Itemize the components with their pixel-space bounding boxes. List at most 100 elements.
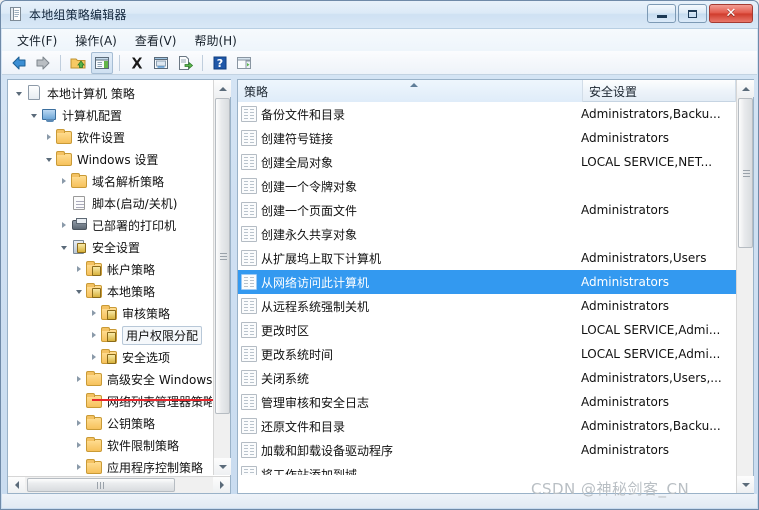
help-question-icon[interactable]: ? [209, 52, 231, 74]
tree-node[interactable]: 高级安全 Windows [8, 368, 212, 390]
properties-icon[interactable] [150, 52, 172, 74]
scroll-left-button[interactable] [8, 477, 25, 493]
table-row[interactable]: 将工作站添加到域 [238, 462, 736, 475]
folder-icon [86, 371, 103, 387]
table-row[interactable]: 加载和卸载设备驱动程序 Administrators [238, 438, 736, 462]
tree-node[interactable]: 软件限制策略 [8, 434, 212, 456]
tree-node-label: 公钥策略 [107, 416, 156, 431]
collapse-arrow-icon[interactable] [42, 153, 55, 166]
svg-text:?: ? [217, 57, 223, 70]
list-header: 策略 安全设置 [238, 80, 736, 102]
collapse-arrow-icon[interactable] [72, 285, 85, 298]
table-row[interactable]: 还原文件和目录 Administrators,Backu... [238, 414, 736, 438]
policy-list[interactable]: 备份文件和目录 Administrators,Backu... 创建符号链接 Admi… [238, 102, 736, 475]
list-vertical-scrollbar[interactable] [736, 80, 754, 493]
expand-arrow-icon[interactable] [72, 439, 85, 452]
forward-arrow-icon[interactable] [32, 52, 54, 74]
table-row[interactable]: 从远程系统强制关机 Administrators [238, 294, 736, 318]
expand-arrow-icon[interactable] [87, 329, 100, 342]
scrollbar-grip [97, 482, 105, 489]
scroll-up-button[interactable] [737, 80, 754, 97]
console-tree[interactable]: 本地计算机 策略 计算机配置 软件设置 Windows 设置 域名解析策略 脚本(启动/关… [8, 80, 212, 475]
menu-action[interactable]: 操作(A) [66, 30, 126, 51]
menu-view[interactable]: 查看(V) [126, 30, 186, 51]
menu-file[interactable]: 文件(F) [8, 30, 66, 51]
table-row[interactable]: 更改时区 LOCAL SERVICE,Admi... [238, 318, 736, 342]
show-hide-tree-icon[interactable] [91, 51, 113, 74]
table-row[interactable]: 创建一个令牌对象 [238, 174, 736, 198]
back-arrow-icon[interactable] [8, 52, 30, 74]
table-row[interactable]: 更改系统时间 LOCAL SERVICE,Admi... [238, 342, 736, 366]
table-row[interactable]: 从网络访问此计算机 Administrators [238, 270, 736, 294]
table-row[interactable]: 创建符号链接 Administrators [238, 126, 736, 150]
expand-arrow-icon[interactable] [87, 307, 100, 320]
console-root-icon [26, 85, 43, 101]
scrollbar-thumb[interactable] [27, 478, 175, 492]
expand-arrow-icon[interactable] [87, 351, 100, 364]
expand-arrow-icon[interactable] [57, 219, 70, 232]
security-setting-cell: Administrators,Users [581, 251, 707, 265]
tree-node[interactable]: 软件设置 [8, 126, 212, 148]
expand-arrow-icon[interactable] [72, 461, 85, 474]
policy-name-cell: 将工作站添加到域 [261, 467, 358, 476]
tree-node[interactable]: 已部署的打印机 [8, 214, 212, 236]
tree-node[interactable]: 本地策略 [8, 280, 212, 302]
policy-setting-icon [241, 130, 257, 146]
expand-arrow-icon[interactable] [72, 373, 85, 386]
table-row[interactable]: 管理审核和安全日志 Administrators [238, 390, 736, 414]
table-row[interactable]: 创建一个页面文件 Administrators [238, 198, 736, 222]
column-security-setting[interactable]: 安全设置 [583, 80, 736, 102]
tree-node[interactable]: 计算机配置 [8, 104, 212, 126]
column-policy[interactable]: 策略 [238, 80, 583, 102]
close-button[interactable]: ✕ [709, 4, 753, 23]
scrollbar-thumb[interactable] [215, 98, 230, 414]
tree-node[interactable]: 帐户策略 [8, 258, 212, 280]
collapse-arrow-icon[interactable] [57, 241, 70, 254]
table-row[interactable]: 创建全局对象 LOCAL SERVICE,NET... [238, 150, 736, 174]
expand-arrow-icon[interactable] [72, 417, 85, 430]
tree-node-label: 高级安全 Windows [107, 372, 212, 387]
scrollbar-thumb[interactable] [738, 98, 753, 248]
security-setting-cell: LOCAL SERVICE,NET... [581, 155, 713, 169]
scroll-up-button[interactable] [214, 80, 231, 97]
collapse-arrow-icon[interactable] [27, 109, 40, 122]
tree-node[interactable]: 域名解析策略 [8, 170, 212, 192]
delete-x-icon[interactable] [126, 52, 148, 74]
policy-name-cell: 创建一个页面文件 [261, 203, 358, 218]
export-list-icon[interactable] [174, 52, 196, 74]
table-row[interactable]: 创建永久共享对象 [238, 222, 736, 246]
tree-node[interactable]: 用户权限分配 [8, 324, 212, 346]
minimize-button[interactable] [647, 4, 676, 23]
expand-arrow-icon[interactable] [72, 263, 85, 276]
security-setting-cell: Administrators [581, 275, 670, 289]
tree-node[interactable]: 脚本(启动/关机) [8, 192, 212, 214]
tree-vertical-scrollbar[interactable] [213, 80, 231, 475]
scroll-down-button[interactable] [214, 458, 231, 475]
tree-node[interactable]: 网络列表管理器策略 [8, 390, 212, 412]
table-row[interactable]: 备份文件和目录 Administrators,Backu... [238, 102, 736, 126]
tree-node[interactable]: 应用程序控制策略 [8, 456, 212, 475]
tree-node[interactable]: Windows 设置 [8, 148, 212, 170]
tree-horizontal-scrollbar[interactable] [8, 476, 230, 493]
maximize-button[interactable] [678, 4, 707, 23]
table-row[interactable]: 关闭系统 Administrators,Users,... [238, 366, 736, 390]
tree-node[interactable]: 本地计算机 策略 [8, 82, 212, 104]
policy-name-cell: 创建符号链接 [261, 131, 334, 146]
collapse-arrow-icon[interactable] [12, 87, 25, 100]
table-row[interactable]: 从扩展坞上取下计算机 Administrators,Users [238, 246, 736, 270]
expand-arrow-icon[interactable] [42, 131, 55, 144]
tree-node[interactable]: 审核策略 [8, 302, 212, 324]
window-title: 本地组策略编辑器 [29, 8, 127, 22]
menu-help[interactable]: 帮助(H) [185, 30, 245, 51]
scroll-down-button[interactable] [737, 476, 754, 493]
policy-setting-icon [241, 274, 257, 290]
up-folder-icon[interactable] [67, 52, 89, 74]
tree-node[interactable]: 安全选项 [8, 346, 212, 368]
expand-arrow-icon[interactable] [57, 175, 70, 188]
tree-node[interactable]: 公钥策略 [8, 412, 212, 434]
tree-node[interactable]: 安全设置 [8, 236, 212, 258]
show-action-pane-icon[interactable] [233, 52, 255, 74]
window-controls: ✕ [647, 4, 753, 23]
scroll-right-button[interactable] [213, 477, 230, 493]
close-icon: ✕ [725, 6, 737, 21]
